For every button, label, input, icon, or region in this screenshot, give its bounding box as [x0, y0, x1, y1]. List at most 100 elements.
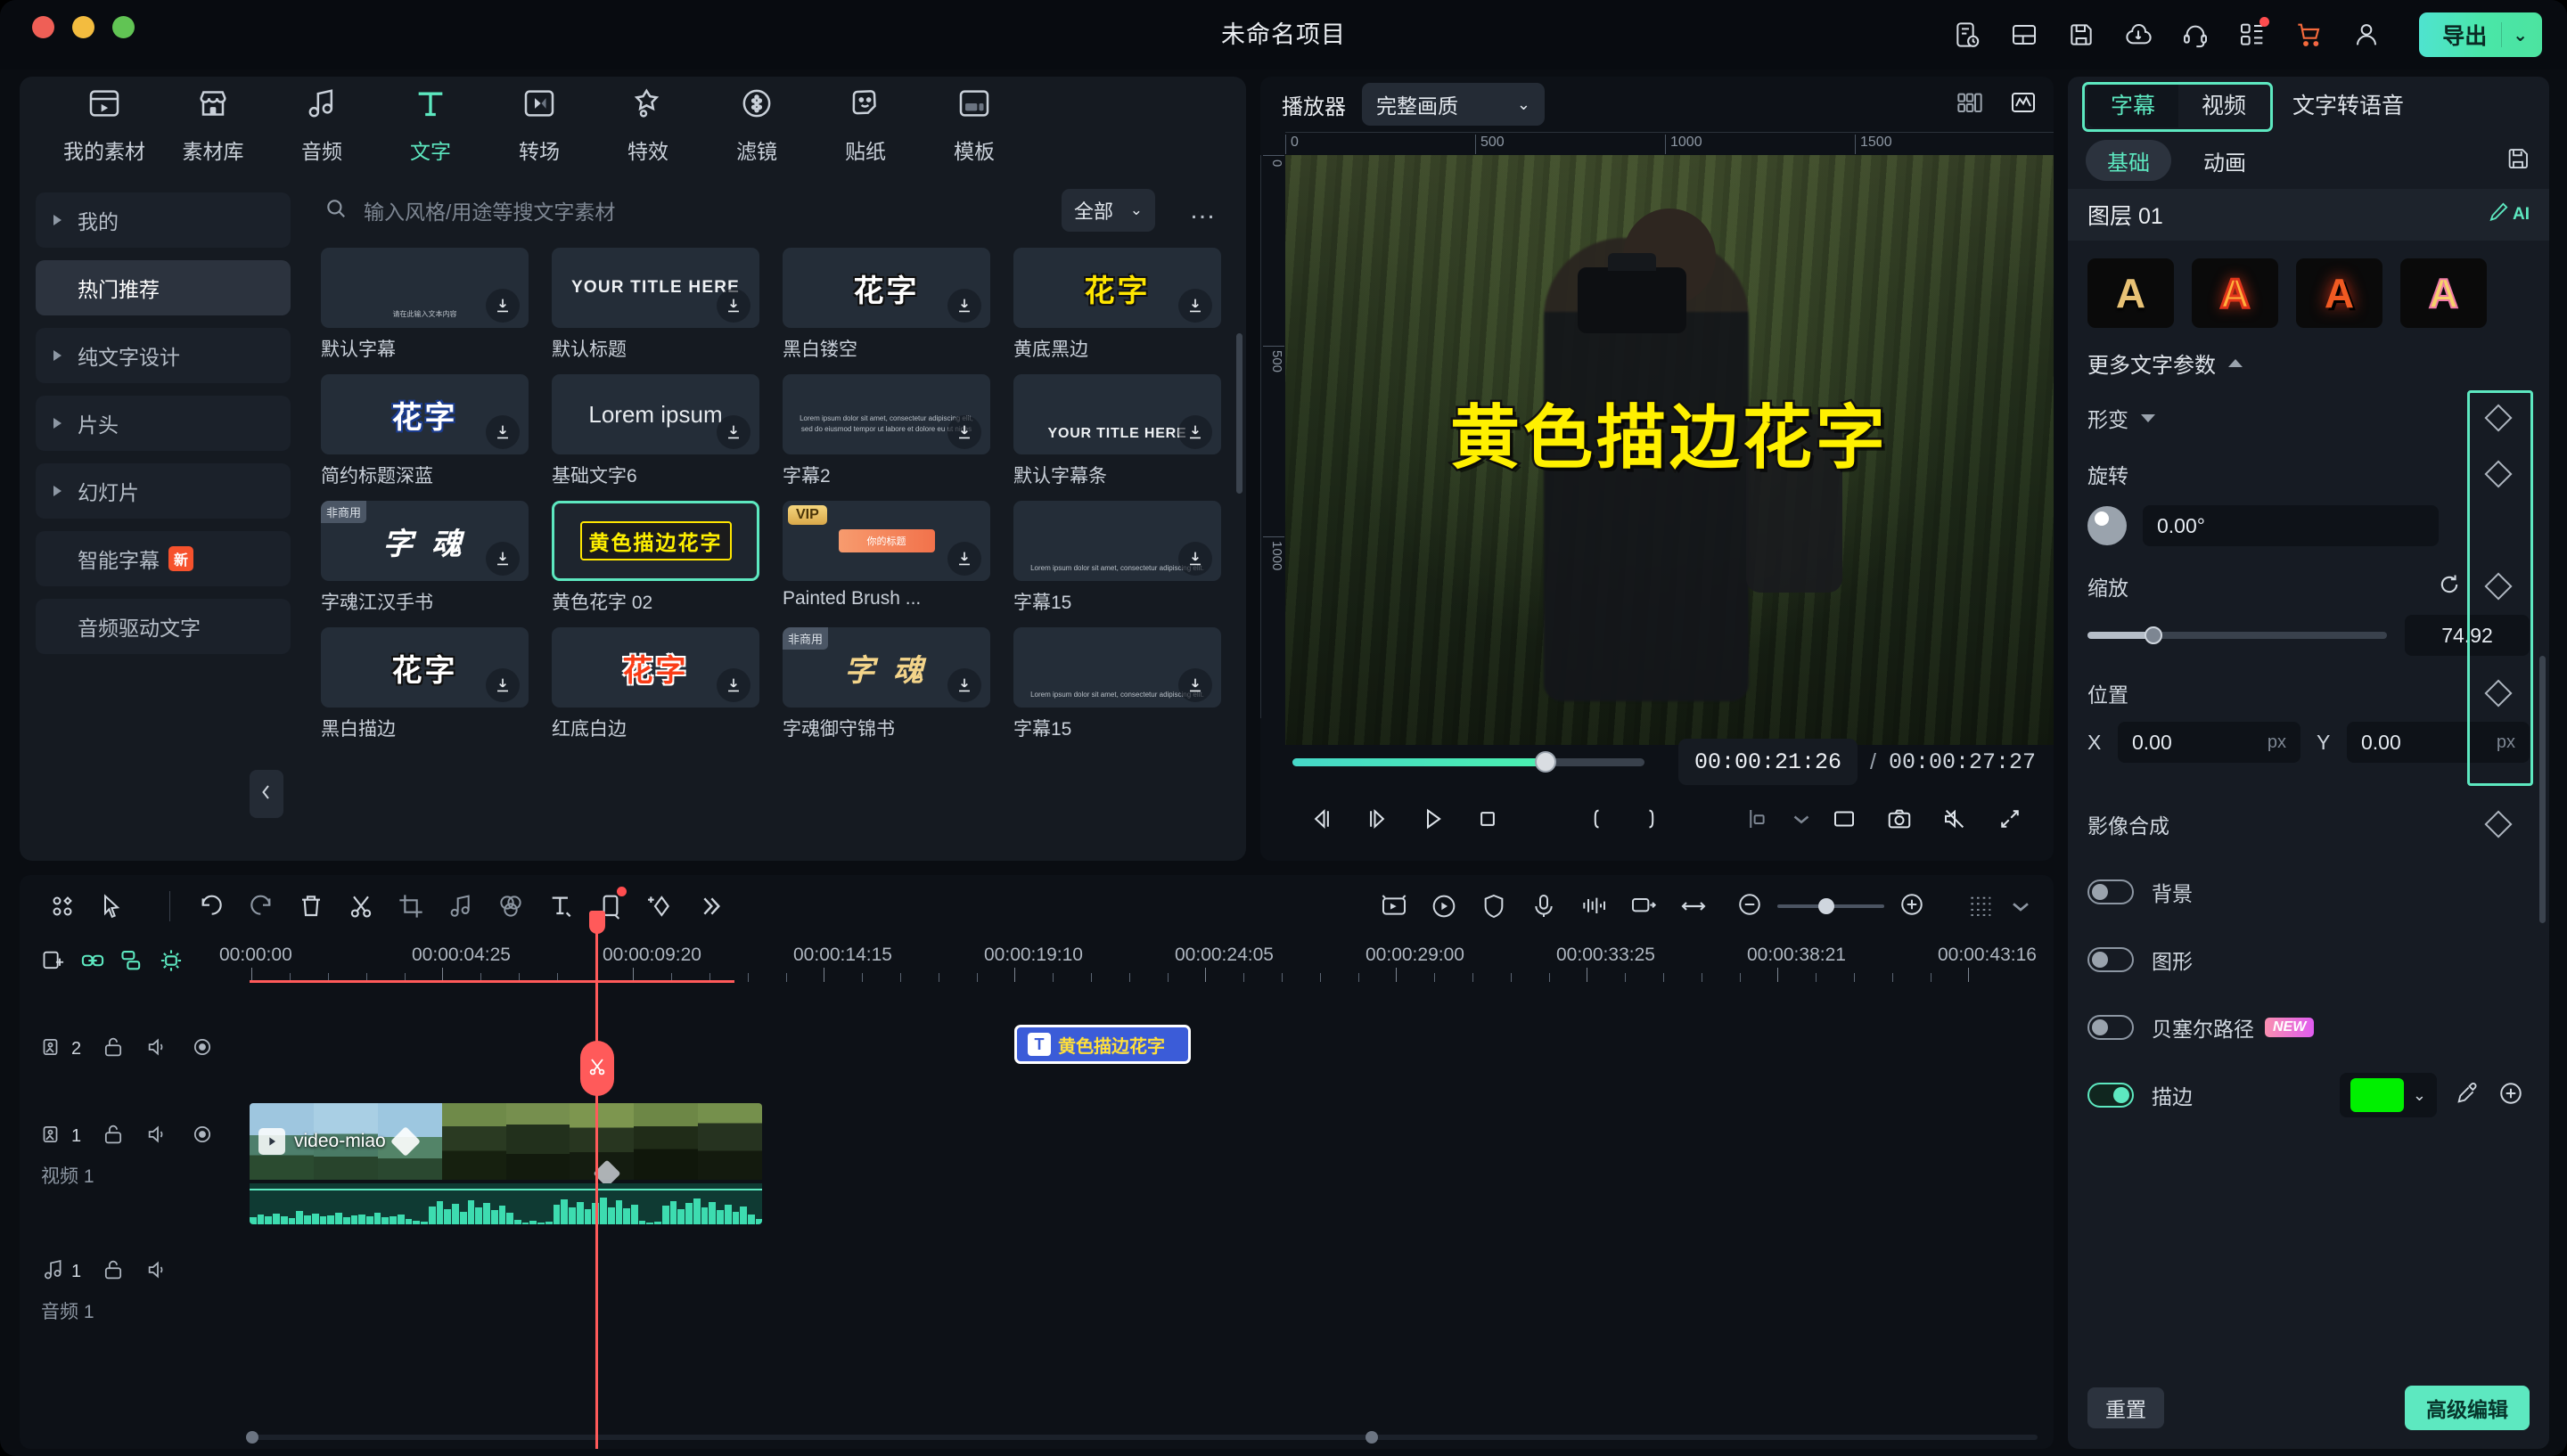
- zoom-knob[interactable]: [1818, 898, 1835, 914]
- track-video-icon[interactable]: [41, 1122, 66, 1151]
- tab-audio[interactable]: 音频: [267, 86, 376, 165]
- mark-in-icon[interactable]: [1569, 796, 1624, 842]
- lock-icon[interactable]: [101, 1122, 126, 1151]
- filter-select[interactable]: 全部 ⌄: [1062, 189, 1155, 232]
- redo-icon[interactable]: [236, 883, 286, 929]
- scale-slider[interactable]: [2087, 626, 2387, 644]
- eye-icon[interactable]: [190, 1122, 215, 1151]
- playhead-handle[interactable]: [588, 911, 605, 934]
- material-item[interactable]: 花字 黄底黑边: [1013, 248, 1221, 362]
- pos-x-input[interactable]: 0.00 px: [2118, 722, 2300, 763]
- more-options-button[interactable]: …: [1189, 195, 1218, 225]
- player-canvas[interactable]: 黄色描边花字: [1285, 155, 2054, 745]
- diamond-keyframe-icon[interactable]: [2484, 404, 2513, 432]
- shield-icon[interactable]: [1469, 883, 1519, 929]
- apps-grid-icon[interactable]: [2237, 17, 2270, 50]
- shape-toggle[interactable]: [2087, 947, 2134, 972]
- material-item-selected[interactable]: 黄色描边花字 黄色花字 02: [552, 501, 759, 615]
- tab-transition[interactable]: 转场: [485, 86, 594, 165]
- material-item[interactable]: 非商用字 魂字魂御守锦书: [783, 627, 990, 741]
- video-clip[interactable]: video-miao: [250, 1103, 762, 1224]
- color-match-icon[interactable]: [486, 883, 536, 929]
- delete-icon[interactable]: [286, 883, 336, 929]
- text-clip[interactable]: T 黄色描边花字: [1014, 1025, 1191, 1064]
- minus-circle-icon[interactable]: [1736, 891, 1763, 922]
- note-clock-icon[interactable]: [1952, 20, 1982, 50]
- material-item[interactable]: Lorem ipsum dolor sit amet, consectetur …: [1013, 627, 1221, 741]
- tab-text[interactable]: 文字: [376, 86, 485, 165]
- playback-progress-slider[interactable]: [1292, 751, 1644, 773]
- text-overlay[interactable]: 黄色描边花字: [1448, 382, 1889, 482]
- tab-my-media[interactable]: 我的素材: [50, 86, 159, 165]
- volume-icon[interactable]: [145, 1122, 170, 1151]
- material-scrollbar[interactable]: [1236, 333, 1242, 494]
- text-tool-icon[interactable]: [536, 883, 586, 929]
- fit-width-icon[interactable]: [1669, 883, 1718, 929]
- diamond-keyframe-icon[interactable]: [2484, 460, 2513, 488]
- snapshot-camera-icon[interactable]: [1872, 796, 1927, 842]
- sidebar-item-audio-driven-text[interactable]: 音频驱动文字: [36, 599, 291, 654]
- auto-snap-icon[interactable]: [159, 948, 184, 977]
- material-item[interactable]: 花字 黑白镂空: [783, 248, 990, 362]
- chevron-down-icon[interactable]: [2005, 883, 2036, 929]
- smart-cutout-icon[interactable]: [1369, 883, 1419, 929]
- preset-style-1[interactable]: A: [2087, 258, 2174, 328]
- download-icon[interactable]: [1178, 415, 1212, 449]
- download-icon[interactable]: [947, 542, 981, 576]
- material-item[interactable]: 非商用字 魂字魂江汉手书: [321, 501, 529, 615]
- pos-y-input[interactable]: 0.00 px: [2347, 722, 2530, 763]
- eye-icon[interactable]: [190, 1035, 215, 1064]
- split-at-playhead-button[interactable]: [579, 1041, 614, 1096]
- scroll-thumb[interactable]: [258, 1431, 1367, 1444]
- diamond-icon[interactable]: [390, 1126, 421, 1157]
- play-icon[interactable]: [1405, 796, 1460, 842]
- sidebar-item-opening[interactable]: 片头: [36, 396, 291, 451]
- material-item[interactable]: 请在此输入文本内容 默认字幕: [321, 248, 529, 362]
- advanced-edit-button[interactable]: 高级编辑: [2405, 1386, 2530, 1430]
- audio-detach-icon[interactable]: [436, 883, 486, 929]
- volume-icon[interactable]: [145, 1035, 170, 1064]
- select-arrow-icon[interactable]: [87, 883, 137, 929]
- tab-stickers[interactable]: 贴纸: [811, 86, 920, 165]
- stroke-toggle[interactable]: [2087, 1083, 2134, 1108]
- account-icon[interactable]: [2351, 20, 2382, 50]
- current-time[interactable]: 00:00:21:26: [1677, 739, 1858, 785]
- cart-icon[interactable]: [2294, 20, 2325, 50]
- material-item[interactable]: 花字 红底白边: [552, 627, 759, 741]
- chevron-down-icon[interactable]: [1786, 796, 1817, 842]
- download-icon[interactable]: [947, 289, 981, 323]
- lock-icon[interactable]: [101, 1257, 126, 1287]
- download-icon[interactable]: [1178, 668, 1212, 702]
- search-input[interactable]: 输入风格/用途等搜文字素材: [364, 195, 1046, 225]
- scroll-handle-right[interactable]: [1366, 1431, 1378, 1444]
- preset-style-4[interactable]: A: [2400, 258, 2487, 328]
- sidebar-item-hot[interactable]: 热门推荐: [36, 260, 291, 315]
- tab-video[interactable]: 视频: [2178, 81, 2269, 127]
- properties-scrollbar[interactable]: [2539, 656, 2546, 923]
- timeline-playhead[interactable]: [579, 911, 614, 1449]
- material-item[interactable]: Lorem ipsum 基础文字6: [552, 374, 759, 488]
- sidebar-item-mine[interactable]: 我的: [36, 192, 291, 248]
- ai-edit-button[interactable]: AI: [2487, 200, 2530, 229]
- four-dots-icon[interactable]: [37, 883, 87, 929]
- sidebar-item-slideshow[interactable]: 幻灯片: [36, 463, 291, 519]
- tab-effects[interactable]: 特效: [594, 86, 702, 165]
- diamond-keyframe-icon[interactable]: [2484, 810, 2513, 838]
- material-item[interactable]: Lorem ipsum dolor sit amet, consectetur …: [783, 374, 990, 488]
- progress-knob[interactable]: [1535, 751, 1557, 773]
- crop-icon[interactable]: [386, 883, 436, 929]
- save-preset-icon[interactable]: [2505, 145, 2531, 176]
- material-item[interactable]: VIP 你的标题 Painted Brush ...: [783, 501, 990, 615]
- mute-icon[interactable]: [1927, 796, 1982, 842]
- grid-view-icon[interactable]: [1956, 883, 2005, 929]
- material-item[interactable]: YOUR TITLE HERE 默认字幕条: [1013, 374, 1221, 488]
- tab-text-to-speech[interactable]: 文字转语音: [2269, 81, 2427, 127]
- grid-compare-icon[interactable]: [1956, 88, 1984, 121]
- track-video-icon[interactable]: [41, 1035, 66, 1064]
- reset-circle-icon[interactable]: [2437, 572, 2462, 601]
- diamond-keyframe-icon[interactable]: [2484, 679, 2513, 708]
- download-icon[interactable]: [486, 542, 520, 576]
- mark-out-icon[interactable]: [1624, 796, 1679, 842]
- download-icon[interactable]: [1178, 289, 1212, 323]
- chevron-right-more-icon[interactable]: [685, 883, 735, 929]
